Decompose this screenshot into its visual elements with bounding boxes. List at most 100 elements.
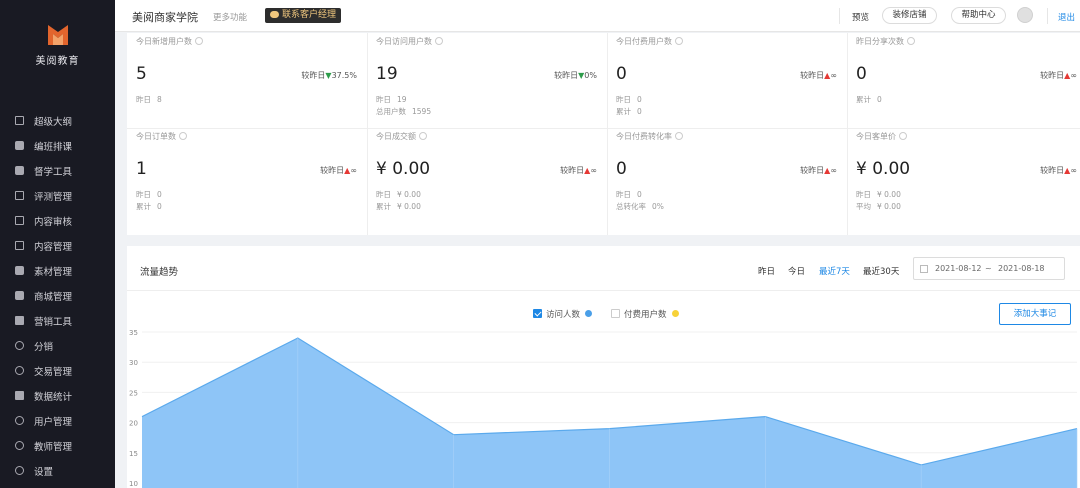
stat-sub: 累计 0	[616, 107, 642, 116]
traffic-trend-panel: 流量趋势 昨日 今日 最近7天 最近30天 2021-08-12 ~ 2021-…	[127, 246, 1080, 488]
schedule-icon	[15, 141, 24, 150]
contact-label: 联系客户经理	[282, 10, 337, 20]
stat-sub: 平均 ¥ 0.00	[856, 202, 901, 211]
stat-card: 今日访问用户数 19 较昨日▼0% 昨日 19 总用户数 1595	[367, 33, 607, 128]
sidebar-item-label: 数据统计	[34, 391, 73, 403]
sidebar-item-label: 教师管理	[34, 441, 73, 453]
sidebar-item[interactable]: 设置	[0, 458, 115, 483]
legend-paid-users[interactable]: 付费用户数	[611, 308, 679, 320]
stat-sub: 昨日 0	[616, 95, 642, 104]
sidebar-item-label: 交易管理	[34, 366, 73, 378]
help-icon[interactable]	[419, 132, 427, 140]
brand-name: 美阅教育	[35, 56, 80, 67]
stat-compare: 较昨日▼0%	[554, 71, 597, 80]
trade-icon	[15, 366, 24, 375]
help-icon[interactable]	[907, 37, 915, 45]
sidebar-item-label: 分销	[34, 341, 54, 353]
sidebar-item-label: 督学工具	[34, 166, 73, 178]
sidebar-item[interactable]: 营销工具	[0, 308, 115, 333]
range-yesterday[interactable]: 昨日	[758, 265, 775, 277]
range-last-7-days[interactable]: 最近7天	[819, 265, 850, 277]
stat-sub: 累计 ¥ 0.00	[376, 202, 421, 211]
legend-visits[interactable]: 访问人数	[533, 308, 593, 320]
stat-card: 今日新增用户数 5 较昨日▼37.5% 昨日 8	[127, 33, 367, 128]
sidebar-item-label: 营销工具	[34, 316, 73, 328]
stat-card: 今日客单价 ¥ 0.00 较昨日▲∞ 昨日 ¥ 0.00 平均 ¥ 0.00	[847, 128, 1080, 223]
stat-card: 昨日分享次数 0 较昨日▲∞ 累计 0	[847, 33, 1080, 128]
preview-link[interactable]: 预览	[852, 11, 869, 23]
sidebar-item[interactable]: 评测管理	[0, 183, 115, 208]
range-last-30-days[interactable]: 最近30天	[863, 265, 899, 277]
stat-compare: 较昨日▲∞	[1040, 166, 1077, 175]
help-icon[interactable]	[675, 132, 683, 140]
stat-sub: 昨日 ¥ 0.00	[856, 190, 901, 199]
avatar[interactable]	[1017, 7, 1033, 23]
stat-value: 19	[376, 64, 398, 84]
decorate-shop-button[interactable]: 装修店铺	[882, 7, 937, 24]
sidebar-item[interactable]: 编班排课	[0, 133, 115, 158]
marketing-icon	[15, 316, 24, 325]
help-center-button[interactable]: 帮助中心	[951, 7, 1006, 24]
divider	[1047, 8, 1048, 24]
stat-value: 0	[616, 159, 627, 179]
more-functions-link[interactable]: 更多功能	[213, 11, 247, 23]
top-header: 美阅商家学院 更多功能 联系客户经理 预览 装修店铺 帮助中心 退出	[115, 0, 1080, 32]
stat-compare: 较昨日▲∞	[800, 166, 837, 175]
stat-sub: 昨日 0	[616, 190, 642, 199]
y-tick-label: 20	[129, 420, 138, 428]
material-icon	[15, 266, 24, 275]
sidebar-item[interactable]: 交易管理	[0, 358, 115, 383]
stat-label: 今日客单价	[856, 131, 907, 142]
content-icon	[15, 241, 24, 250]
sidebar-item[interactable]: 内容审核	[0, 208, 115, 233]
chat-icon	[270, 11, 279, 18]
legend-paid-label: 付费用户数	[624, 310, 667, 320]
y-tick-label: 25	[129, 389, 138, 397]
help-icon[interactable]	[435, 37, 443, 45]
gear-icon	[15, 466, 24, 475]
sidebar-item[interactable]: 数据统计	[0, 383, 115, 408]
stats-icon	[15, 391, 24, 400]
sidebar: 美阅教育 超级大纲编班排课督学工具评测管理内容审核 内容管理 素材管理 商城管理营销工…	[0, 0, 115, 488]
sidebar-item[interactable]: 素材管理	[0, 258, 115, 283]
sidebar-item[interactable]: 超级大纲	[0, 108, 115, 133]
add-event-button[interactable]: 添加大事记	[999, 303, 1071, 325]
stat-value: 1	[136, 159, 147, 179]
sidebar-item[interactable]: 内容管理	[0, 233, 115, 258]
sidebar-item[interactable]: 商城管理	[0, 283, 115, 308]
stat-sub: 累计 0	[856, 95, 882, 104]
stat-value: ¥ 0.00	[376, 159, 431, 179]
help-icon[interactable]	[195, 37, 203, 45]
sidebar-item-label: 评测管理	[34, 191, 73, 203]
logout-link[interactable]: 退出	[1058, 11, 1075, 23]
teacher-icon	[15, 441, 24, 450]
help-icon[interactable]	[179, 132, 187, 140]
stat-sub: 总转化率 0%	[616, 202, 664, 211]
stat-sub: 累计 0	[136, 202, 162, 211]
y-tick-label: 35	[129, 329, 138, 337]
date-range-picker[interactable]: 2021-08-12 ~ 2021-08-18	[913, 257, 1065, 280]
sidebar-item[interactable]: 分销	[0, 333, 115, 358]
stat-value: 0	[856, 64, 867, 84]
stat-card: 今日付费转化率 0 较昨日▲∞ 昨日 0 总转化率 0%	[607, 128, 847, 223]
checkbox-icon	[611, 309, 620, 318]
help-icon[interactable]	[675, 37, 683, 45]
sidebar-item-label: 超级大纲	[34, 116, 73, 128]
help-icon[interactable]	[899, 132, 907, 140]
calendar-icon	[920, 265, 928, 273]
y-tick-label: 30	[129, 359, 138, 367]
series-dot-icon	[585, 310, 593, 317]
sidebar-item-label: 设置	[34, 466, 54, 478]
stat-compare: 较昨日▲∞	[1040, 71, 1077, 80]
stat-label: 昨日分享次数	[856, 36, 915, 47]
traffic-chart: 10 15 20 25 30 35	[129, 329, 1078, 488]
brand-logo[interactable]: 美阅教育	[0, 22, 115, 67]
stat-sub: 昨日 0	[136, 190, 162, 199]
sidebar-item[interactable]: 督学工具	[0, 158, 115, 183]
range-today[interactable]: 今日	[788, 265, 805, 277]
contact-manager-button[interactable]: 联系客户经理	[265, 8, 342, 23]
stat-compare: 较昨日▲∞	[320, 166, 357, 175]
sidebar-item[interactable]: 用户管理	[0, 408, 115, 433]
stat-card: 今日付费用户数 0 较昨日▲∞ 昨日 0 累计 0	[607, 33, 847, 128]
sidebar-item[interactable]: 教师管理	[0, 433, 115, 458]
